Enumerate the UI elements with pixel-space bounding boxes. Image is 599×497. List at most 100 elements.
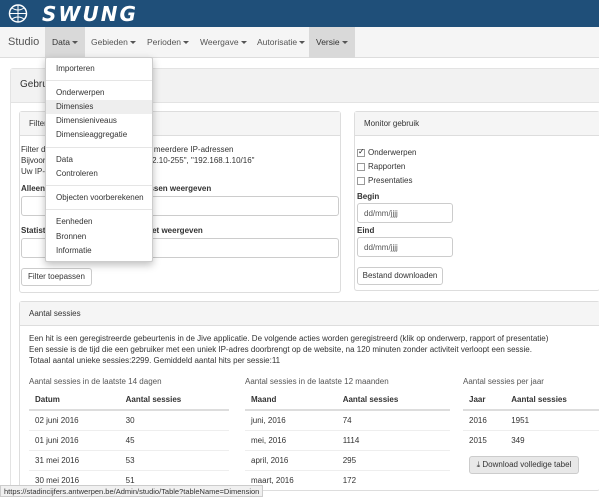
checkbox-onderwerpen[interactable] [357,147,365,157]
caret-down-icon [240,41,247,45]
menu-divider [46,185,152,186]
sessions-info-line2: Een sessie is de tijd die een gebruiker … [29,345,532,354]
years-col-jaar: Jaar [463,390,506,411]
table-cell: 1114 [336,429,450,450]
download-icon: ⤓ [476,460,481,469]
checkbox-onderwerpen-label: Onderwerpen [368,148,417,157]
alleen-label-tail: essen weergeven [145,184,212,193]
menu-divider [46,209,152,210]
menu-item-controleren[interactable]: Controleren [46,167,152,181]
table-row: maart, 2016 172 [245,469,450,490]
nav-weergave[interactable]: Weergave [193,27,254,58]
table-cell: 172 [336,469,450,490]
data-dropdown-menu: Importeren Onderwerpen Dimensies Dimensi… [45,57,153,262]
menu-divider [46,147,152,148]
table-cell: 2016 [463,409,506,430]
menu-item-eenheden[interactable]: Eenheden [46,215,152,229]
globe-logo-icon [8,4,28,23]
caret-down-icon [341,41,348,45]
table-cell: juni, 2016 [245,409,337,430]
table-cell: 349 [505,429,599,450]
filter-desc-line2-tail: 1-2.10-255", "192.168.1.10/16" [145,156,255,165]
sessions-panel-header: Aantal sessies [20,302,599,326]
filter-apply-button[interactable]: Filter toepassen [21,268,92,286]
alleen-label: Alleen [21,184,46,193]
sessions-panel: Aantal sessies Een hit is een geregistre… [19,301,599,491]
nav-versie[interactable]: Versie [309,27,355,58]
table-cell: april, 2016 [245,449,337,470]
statistieken-label: Statisti [21,226,48,235]
months-col-sessies: Aantal sessies [336,390,450,411]
table-row: 2015 349 [463,429,599,450]
years-col-sessies: Aantal sessies [505,390,599,411]
table-row: april, 2016 295 [245,449,450,470]
download-file-button[interactable]: Bestand downloaden [357,267,443,285]
monitor-panel-title: Monitor gebruik [364,119,420,128]
table-row: 01 juni 2016 45 [29,429,229,450]
table-cell: 01 juni 2016 [29,429,120,450]
table-cell: 295 [336,449,450,470]
download-full-table-button[interactable]: ⤓ Download volledige tabel [469,456,579,474]
top-banner: SWUNG [0,0,599,27]
statistieken-label-tail: niet weergeven [145,226,203,235]
menu-item-data[interactable]: Data [46,153,152,167]
nav-perioden[interactable]: Perioden [140,27,196,58]
app-logo: SWUNG [42,2,138,26]
caret-down-icon [183,41,190,45]
nav-autorisatie[interactable]: Autorisatie [250,27,312,58]
caret-down-icon [299,41,306,45]
caret-down-icon [129,41,136,45]
table-cell: 74 [336,409,450,430]
table-cell: mei, 2016 [245,429,337,450]
years-table-caption: Aantal sessies per jaar [463,377,544,386]
monitor-panel-header: Monitor gebruik [355,112,599,136]
months-table: Maand Aantal sessies juni, 2016 74 mei, 2… [245,390,450,490]
checkbox-presentaties-label: Presentaties [368,176,413,185]
table-cell: 53 [119,449,229,470]
sessions-panel-title: Aantal sessies [29,309,81,318]
table-cell: 31 mei 2016 [29,449,120,470]
eind-label: Eind [357,226,375,235]
table-cell: 45 [119,429,229,450]
menu-item-objecten-voorberekenen[interactable]: Objecten voorberekenen [46,191,152,205]
monitor-panel: Monitor gebruik Onderwerpen Rapporten Pr… [354,111,599,291]
days-col-datum: Datum [29,390,120,411]
days-col-sessies: Aantal sessies [119,390,229,411]
days-table-caption: Aantal sessies in de laatste 14 dagen [29,377,162,386]
table-row: mei, 2016 1114 [245,429,450,450]
filter-desc-line1-tail: of meerdere IP-adressen [145,145,234,154]
menu-item-bronnen[interactable]: Bronnen [46,230,152,244]
nav-data[interactable]: Data [45,27,85,58]
menu-item-dimensieniveaus[interactable]: Dimensieniveaus [46,114,152,128]
begin-label: Begin [357,192,380,201]
main-navbar: Studio Data Gebieden Perioden Weergave A… [0,27,599,58]
begin-date-input[interactable]: dd/mm/jjjj [357,203,453,223]
menu-item-importeren[interactable]: Importeren [46,62,152,76]
checkbox-rapporten[interactable] [357,163,365,171]
menu-item-onderwerpen[interactable]: Onderwerpen [46,86,152,100]
table-row: 2016 1951 [463,409,599,430]
menu-divider [46,80,152,81]
nav-brand[interactable]: Studio [8,36,39,48]
days-table: Datum Aantal sessies 02 juni 2016 30 01 j… [29,390,229,490]
table-row: juni, 2016 74 [245,409,450,430]
nav-gebieden[interactable]: Gebieden [84,27,143,58]
table-cell: 2015 [463,429,506,450]
sessions-info-line3: Totaal aantal unieke sessies:2299. Gemid… [29,356,281,365]
menu-item-dimensies[interactable]: Dimensies [46,100,152,114]
caret-down-icon [71,41,78,45]
menu-item-dimensieaggregatie[interactable]: Dimensieaggregatie [46,128,152,142]
checkbox-rapporten-label: Rapporten [368,162,406,171]
end-date-input[interactable]: dd/mm/jjjj [357,237,453,257]
months-table-caption: Aantal sessies in de laatste 12 maanden [245,377,389,386]
table-row: 02 juni 2016 30 [29,409,229,430]
table-cell: 02 juni 2016 [29,409,120,430]
menu-item-informatie[interactable]: Informatie [46,244,152,258]
sessions-info-line1: Een hit is een geregistreerde gebeurteni… [29,334,549,343]
table-cell: 30 [119,409,229,430]
table-row: 31 mei 2016 53 [29,449,229,470]
status-bar-url: https://stadincijfers.antwerpen.be/Admin… [0,485,264,497]
checkbox-presentaties[interactable] [357,177,365,185]
years-table: Jaar Aantal sessies 2016 1951 2015 349 [463,390,599,450]
table-cell: 1951 [505,409,599,430]
